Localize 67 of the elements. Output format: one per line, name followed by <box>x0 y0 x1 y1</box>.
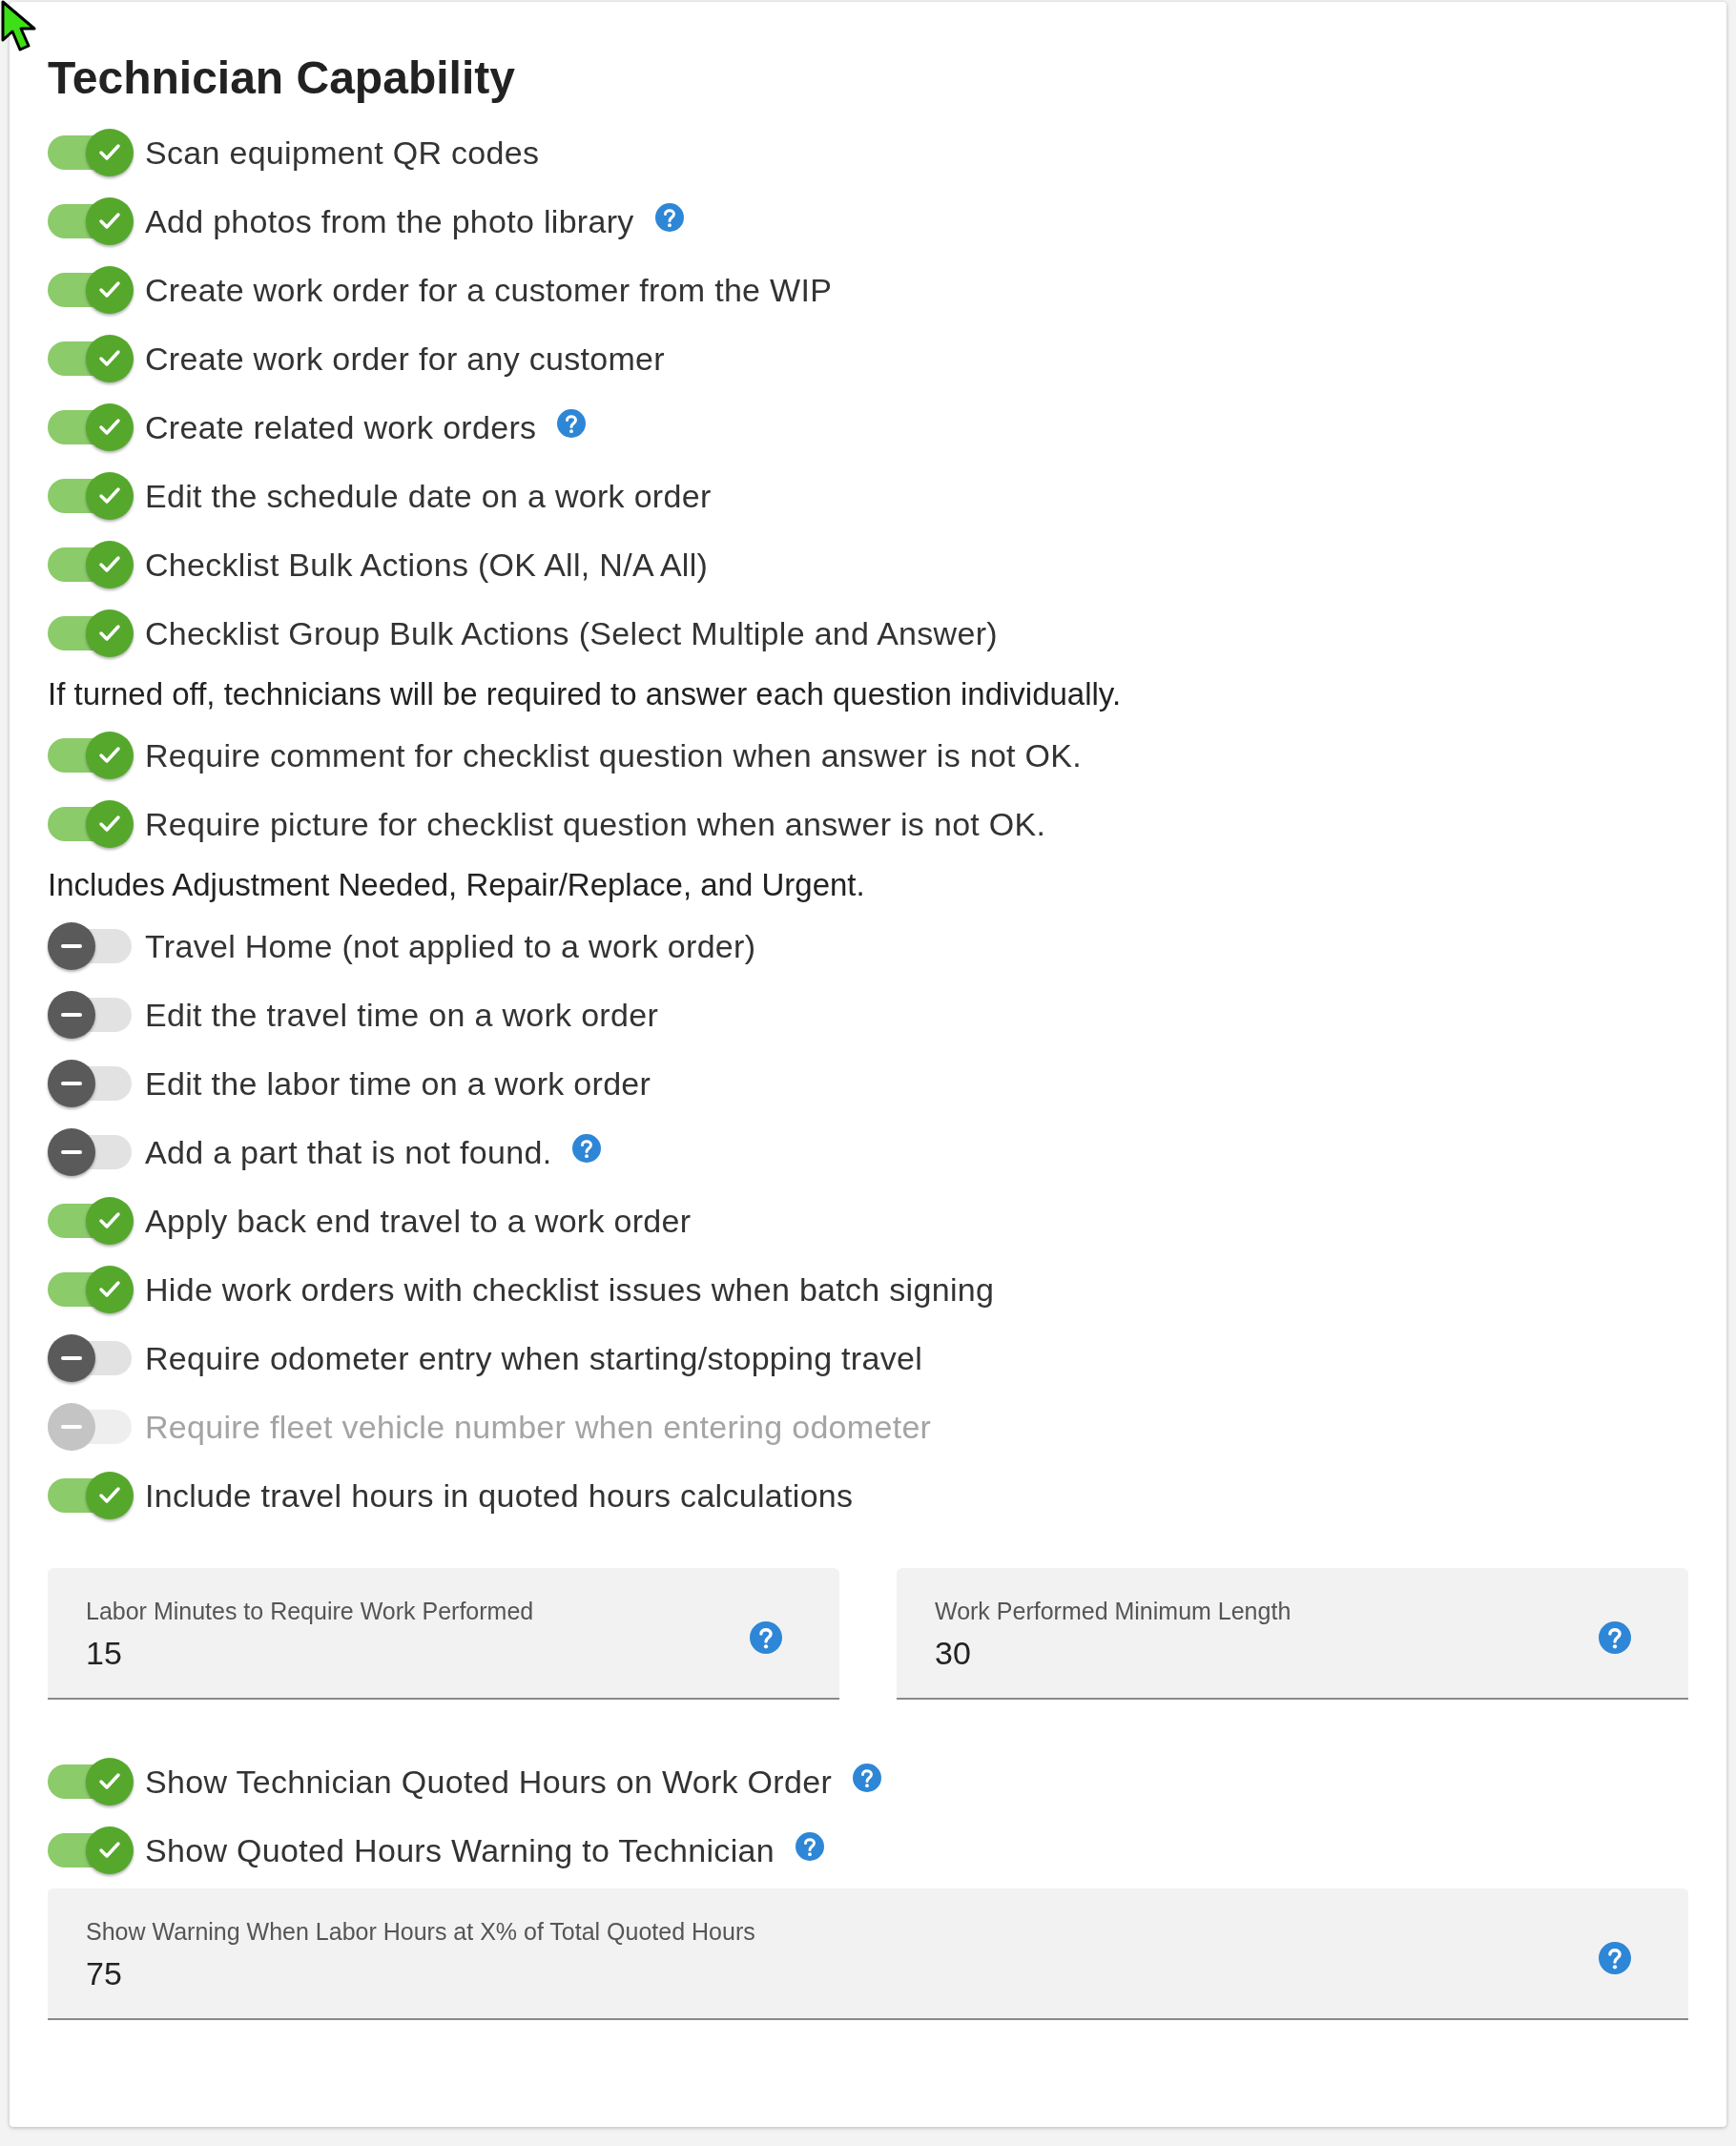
section-title: Technician Capability <box>48 52 516 105</box>
toggle-label: Scan equipment QR codes <box>145 134 540 172</box>
note-text: If turned off, technicians will be required to answer each question individually. <box>48 675 1123 713</box>
input-field[interactable]: Show Warning When Labor Hours at X% of Total Quoted Hours 75 <box>48 1888 1688 2020</box>
toggle-switch[interactable] <box>48 991 134 1039</box>
toggle-switch[interactable] <box>48 403 134 451</box>
toggle-switch[interactable] <box>48 1197 134 1245</box>
toggle-label: Require odometer entry when starting/stopping travel <box>145 1339 923 1377</box>
toggle-label: Hide work orders with checklist issues when batch signing <box>145 1270 995 1309</box>
toggle-switch[interactable] <box>48 1758 134 1806</box>
minus-icon <box>61 944 82 948</box>
minus-icon <box>61 1356 82 1360</box>
toggle-switch[interactable] <box>48 541 134 588</box>
toggle-label: Checklist Group Bulk Actions (Select Multiple and Answer) <box>145 614 998 652</box>
toggle-label: Apply back end travel to a work order <box>145 1202 692 1240</box>
minus-icon <box>61 1082 82 1085</box>
field-label: Work Performed Minimum Length <box>935 1598 1292 1625</box>
input-field[interactable]: Labor Minutes to Require Work Performed 15 <box>48 1568 839 1700</box>
field-value: 75 <box>86 1955 123 1992</box>
toggle-switch[interactable] <box>48 732 134 779</box>
toggle-switch[interactable] <box>48 609 134 657</box>
help-icon[interactable] <box>557 409 587 438</box>
help-icon[interactable] <box>572 1134 602 1163</box>
toggle-label: Require picture for checklist question when answer is not OK. <box>145 805 1046 843</box>
toggle-switch[interactable] <box>48 266 134 314</box>
toggle-label: Edit the schedule date on a work order <box>145 477 712 515</box>
toggle-label: Create related work orders <box>145 408 537 446</box>
toggle-switch[interactable] <box>48 1826 134 1874</box>
toggle-switch[interactable] <box>48 1060 134 1107</box>
minus-icon <box>61 1425 82 1429</box>
toggle-label: Create work order for any customer <box>145 340 665 378</box>
help-icon[interactable] <box>654 203 684 232</box>
help-icon[interactable] <box>795 1832 824 1861</box>
toggle-switch[interactable] <box>48 800 134 848</box>
toggle-label: Create work order for a customer from the WIP <box>145 271 833 309</box>
help-icon[interactable] <box>750 1621 782 1654</box>
toggle-label: Checklist Bulk Actions (OK All, N/A All) <box>145 546 709 584</box>
help-icon[interactable] <box>1599 1621 1631 1654</box>
toggle-label: Edit the labor time on a work order <box>145 1064 651 1103</box>
field-value: 15 <box>86 1635 123 1672</box>
minus-icon <box>61 1150 82 1154</box>
toggle-label: Require fleet vehicle number when entering odometer <box>145 1408 932 1446</box>
toggle-label: Require comment for checklist question when answer is not OK. <box>145 736 1083 774</box>
toggle-switch[interactable] <box>48 1266 134 1313</box>
help-icon[interactable] <box>1599 1942 1631 1974</box>
toggle-switch[interactable] <box>48 1472 134 1519</box>
field-label: Labor Minutes to Require Work Performed <box>86 1598 535 1625</box>
toggle-label: Show Technician Quoted Hours on Work Order <box>145 1763 833 1801</box>
toggle-label: Edit the travel time on a work order <box>145 996 659 1034</box>
toggle-label: Show Quoted Hours Warning to Technician <box>145 1831 775 1869</box>
minus-icon <box>61 1013 82 1017</box>
toggle-switch[interactable] <box>48 1334 134 1382</box>
toggle-switch[interactable] <box>48 197 134 245</box>
toggle-switch[interactable] <box>48 472 134 520</box>
toggle-switch[interactable] <box>48 922 134 970</box>
toggle-switch[interactable] <box>48 335 134 382</box>
toggle-label: Add a part that is not found. <box>145 1133 552 1171</box>
toggle-label: Add photos from the photo library <box>145 202 634 240</box>
field-value: 30 <box>935 1635 972 1672</box>
field-label: Show Warning When Labor Hours at X% of Total Quoted Hours <box>86 1918 756 1946</box>
toggle-label: Include travel hours in quoted hours calculations <box>145 1476 854 1515</box>
toggle-label: Travel Home (not applied to a work order) <box>145 927 756 965</box>
toggle-switch[interactable] <box>48 1128 134 1176</box>
input-field[interactable]: Work Performed Minimum Length 30 <box>897 1568 1688 1700</box>
note-text: Includes Adjustment Needed, Repair/Replace, and Urgent. <box>48 866 866 904</box>
toggle-switch[interactable] <box>48 129 134 176</box>
help-icon[interactable] <box>853 1764 882 1792</box>
